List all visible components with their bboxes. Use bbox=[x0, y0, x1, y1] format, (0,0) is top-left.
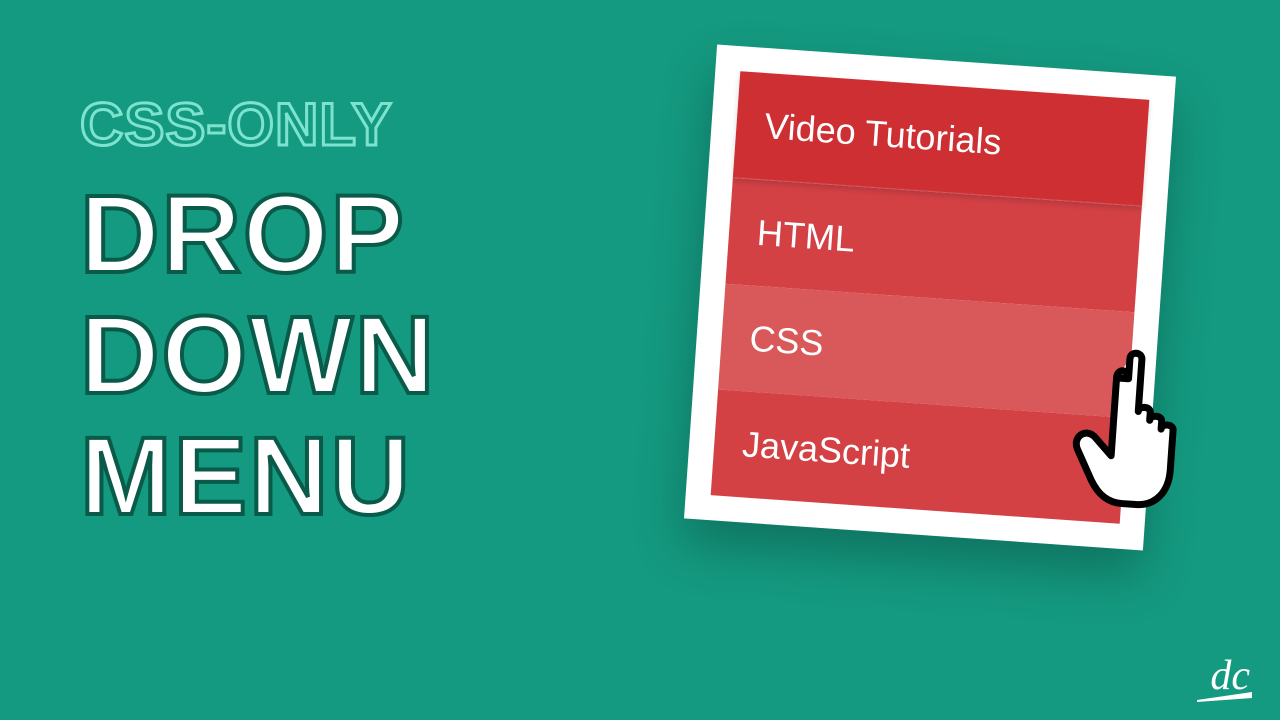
title-line-1: DROP bbox=[80, 174, 436, 295]
cursor-hand-icon bbox=[1059, 335, 1231, 526]
dropdown-option-label: HTML bbox=[756, 212, 857, 260]
dropdown-header-label: Video Tutorials bbox=[763, 105, 1003, 162]
eyebrow-text: CSS-ONLY bbox=[80, 90, 436, 159]
dropdown-option-label: CSS bbox=[748, 318, 825, 364]
title-line-3: MENU bbox=[80, 416, 436, 537]
logo-underline bbox=[1197, 692, 1252, 702]
dropdown-option-label: JavaScript bbox=[741, 423, 912, 476]
title-block: CSS-ONLY DROP DOWN MENU bbox=[80, 90, 436, 537]
title-line-2: DOWN bbox=[80, 295, 436, 416]
main-title: DROP DOWN MENU bbox=[80, 174, 436, 537]
